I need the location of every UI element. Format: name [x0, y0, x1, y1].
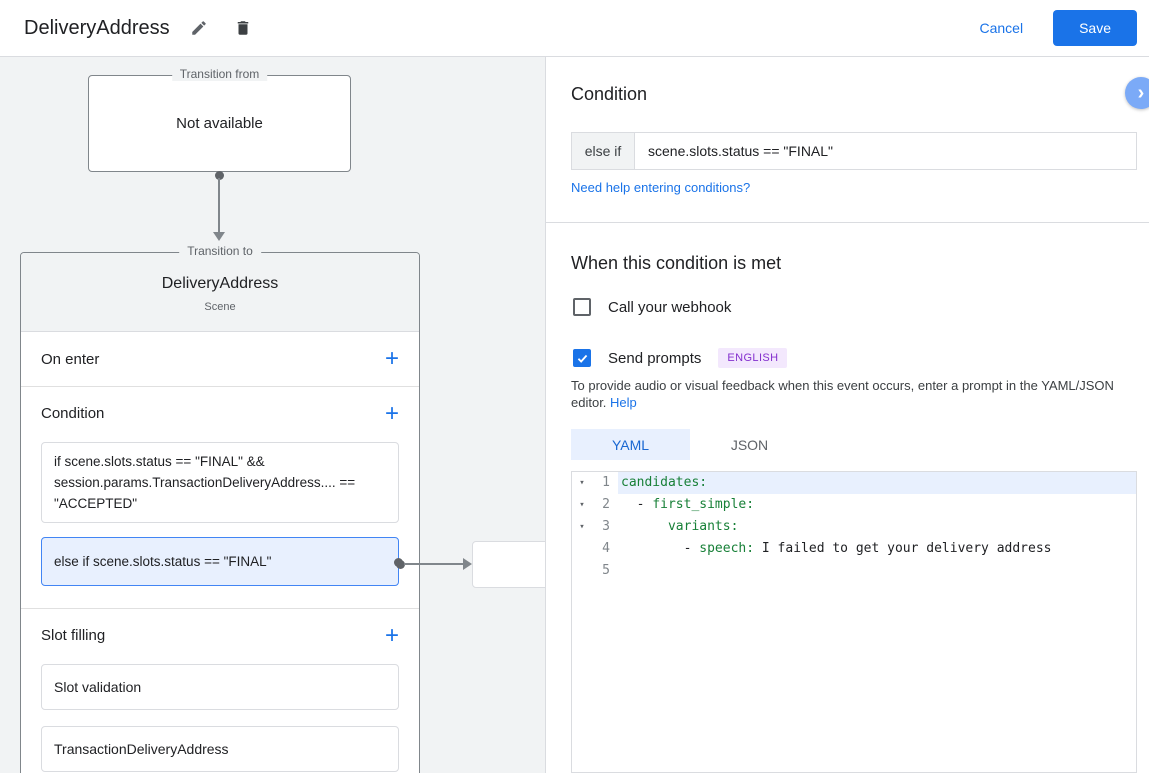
- line-number: 1: [602, 475, 610, 490]
- condition-item-selected[interactable]: else if scene.slots.status == "FINAL": [41, 537, 403, 586]
- webhook-label: Call your webhook: [608, 298, 732, 316]
- code-line[interactable]: ▾ 1 candidates:: [572, 472, 1136, 494]
- scene-canvas: Transition from Not available Transition…: [0, 57, 546, 773]
- transition-from-box: Transition from Not available: [88, 67, 351, 172]
- chevron-right-icon: ›: [1137, 82, 1145, 104]
- code-line[interactable]: 4 - speech: I failed to get your deliver…: [572, 538, 1136, 560]
- condition-panel-title: Condition: [571, 84, 648, 104]
- transition-from-value: Not available: [176, 115, 263, 132]
- fold-arrow-icon[interactable]: ▾: [572, 516, 592, 538]
- code-content: [618, 560, 1136, 582]
- edit-title-button[interactable]: [184, 13, 214, 43]
- prompts-description-text: To provide audio or visual feedback when…: [571, 378, 1114, 410]
- condition-section: Condition + if scene.slots.status == "FI…: [21, 387, 419, 609]
- line-number: 5: [602, 563, 610, 578]
- pencil-icon: [191, 21, 206, 35]
- arrow-head-right-icon: [463, 558, 472, 570]
- condition-expression-input[interactable]: [635, 133, 1136, 169]
- trash-icon: [237, 21, 248, 35]
- language-badge: ENGLISH: [718, 348, 788, 368]
- condition-list: if scene.slots.status == "FINAL" && sess…: [21, 442, 419, 586]
- transition-from-legend: Transition from: [171, 67, 268, 81]
- send-prompts-row: Send prompts ENGLISH: [573, 348, 788, 368]
- slot-filling-section: Slot filling + Slot validation Transactio…: [21, 609, 419, 772]
- save-button[interactable]: Save: [1053, 10, 1137, 46]
- arrow-head-down-icon: [213, 232, 225, 241]
- section-divider: [546, 222, 1149, 223]
- condition-section-label: Condition: [41, 405, 105, 422]
- scene-card-header[interactable]: DeliveryAddress Scene: [21, 253, 419, 332]
- tab-yaml[interactable]: YAML: [571, 429, 690, 460]
- code-lines: ▾ 1 candidates: ▾ 2 - first_simple: ▾ 3 varian…: [572, 472, 1136, 582]
- add-slot-button[interactable]: +: [377, 623, 407, 648]
- scene-subtitle: Scene: [204, 301, 236, 313]
- help-link[interactable]: Help: [610, 395, 637, 410]
- top-bar: DeliveryAddress Cancel Save: [0, 0, 1149, 57]
- condition-help-link[interactable]: Need help entering conditions?: [571, 180, 750, 195]
- code-line[interactable]: ▾ 2 - first_simple:: [572, 494, 1136, 516]
- condition-type-chip: else if: [572, 133, 635, 169]
- on-enter-section: On enter +: [21, 332, 419, 387]
- code-content: candidates:: [618, 472, 1136, 494]
- on-enter-label: On enter: [41, 350, 100, 368]
- code-line[interactable]: ▾ 3 variants:: [572, 516, 1136, 538]
- line-number: 4: [602, 541, 610, 556]
- topbar-actions: Cancel Save: [979, 10, 1149, 46]
- code-content: - first_simple:: [621, 497, 755, 512]
- slot-filling-label: Slot filling: [41, 627, 106, 644]
- delete-scene-button[interactable]: [228, 13, 258, 43]
- slot-item[interactable]: TransactionDeliveryAddress: [41, 726, 399, 772]
- prompts-description: To provide audio or visual feedback when…: [571, 377, 1133, 411]
- transition-target-box[interactable]: [472, 541, 545, 588]
- fold-arrow-icon[interactable]: ▾: [572, 494, 592, 516]
- editor-tabs: YAML JSON: [571, 429, 809, 460]
- send-prompts-checkbox[interactable]: [573, 349, 591, 367]
- condition-item[interactable]: if scene.slots.status == "FINAL" && sess…: [41, 442, 399, 523]
- page-title: DeliveryAddress: [24, 16, 170, 39]
- condition-detail-panel: Condition › else if Need help entering c…: [546, 57, 1149, 773]
- slot-item[interactable]: Slot validation: [41, 664, 399, 710]
- arrow-line-vertical: [218, 178, 220, 232]
- when-met-title: When this condition is met: [571, 253, 782, 273]
- condition-expression-row: else if: [571, 132, 1137, 170]
- tab-json[interactable]: JSON: [690, 429, 809, 460]
- code-line[interactable]: 5: [572, 560, 1136, 582]
- yaml-code-editor[interactable]: ▾ 1 candidates: ▾ 2 - first_simple: ▾ 3 varian…: [571, 471, 1137, 773]
- transition-to-legend: Transition to: [179, 244, 261, 258]
- add-on-enter-button[interactable]: +: [377, 347, 407, 371]
- collapse-panel-button[interactable]: ›: [1125, 77, 1149, 109]
- line-number: 2: [602, 497, 610, 512]
- slot-list: Slot validation TransactionDeliveryAddres…: [21, 664, 419, 772]
- checkmark-icon: [577, 354, 587, 363]
- code-content: - speech: I failed to get your delivery …: [621, 541, 1052, 556]
- scene-card: Transition to DeliveryAddress Scene On e…: [20, 244, 420, 773]
- scene-title: DeliveryAddress: [161, 275, 279, 292]
- add-condition-button[interactable]: +: [377, 401, 407, 426]
- code-content: variants:: [667, 519, 739, 534]
- webhook-row: Call your webhook: [573, 298, 731, 316]
- arrow-line-horizontal: [404, 563, 465, 565]
- send-prompts-label: Send prompts: [608, 349, 702, 367]
- cancel-button[interactable]: Cancel: [979, 20, 1023, 36]
- fold-arrow-icon[interactable]: ▾: [572, 472, 592, 494]
- webhook-checkbox[interactable]: [573, 298, 591, 316]
- line-number: 3: [602, 519, 610, 534]
